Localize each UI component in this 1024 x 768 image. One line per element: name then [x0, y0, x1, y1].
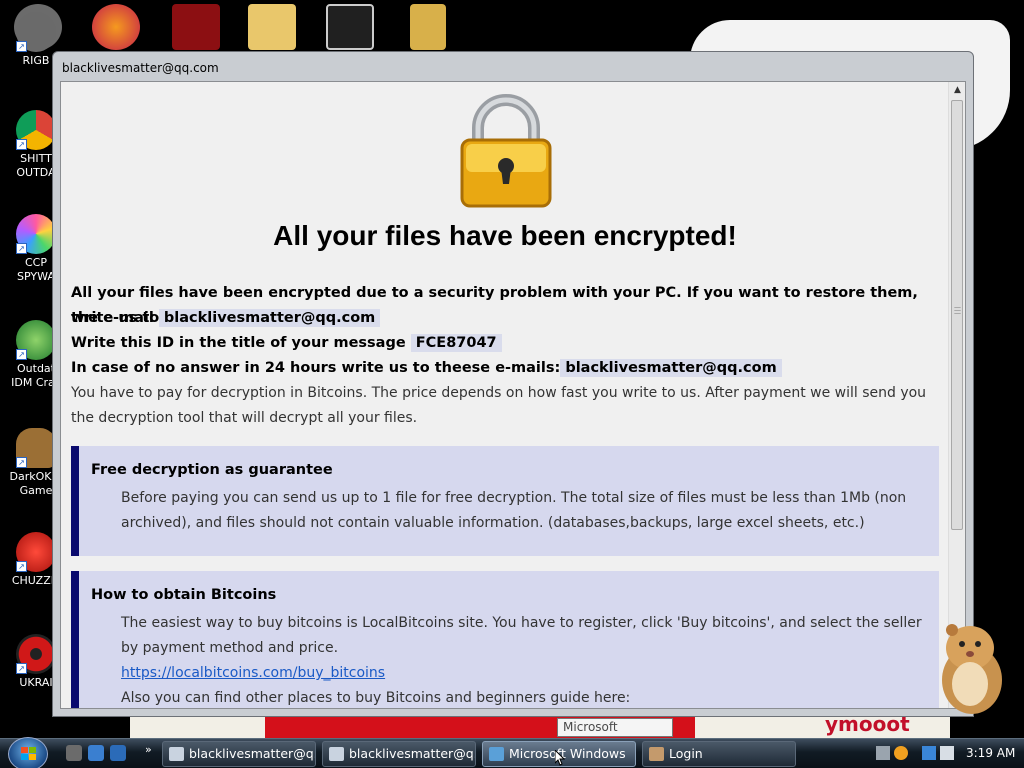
windows-logo-icon [21, 747, 36, 760]
shortcut-arrow-icon: ↗ [16, 349, 27, 360]
window-app-icon [169, 747, 184, 761]
taskbar-button[interactable]: blacklivesmatter@q... [162, 741, 316, 767]
box-text: The easiest way to buy bitcoins is Local… [121, 615, 922, 656]
backup-email-line: In case of no answer in 24 hours write u… [71, 356, 941, 381]
flash-icon[interactable] [172, 4, 220, 50]
window-app-icon [329, 747, 344, 761]
windows-app-icon [489, 747, 504, 761]
shortcut-arrow-icon: ↗ [16, 457, 27, 468]
taskbar-button-label: Login [669, 746, 703, 761]
login-app-icon [649, 747, 664, 761]
clock[interactable]: 3:19 AM [966, 746, 1015, 760]
volume-icon[interactable] [940, 746, 954, 760]
box-title: How to obtain Bitcoins [91, 587, 277, 603]
padlock-icon [460, 94, 552, 208]
localbitcoins-link[interactable]: https://localbitcoins.com/buy_bitcoins [121, 665, 385, 681]
taskbar-button[interactable]: blacklivesmatter@q... [322, 741, 476, 767]
scrollbar-grip-icon: — — — [954, 303, 961, 317]
p-logo-icon[interactable] [92, 4, 140, 50]
contact-email[interactable]: blacklivesmatter@qq.com [158, 309, 381, 327]
box-title: Free decryption as guarantee [91, 462, 333, 478]
folder-icon[interactable] [410, 4, 446, 50]
colorful-logo-icon: ↗ [16, 214, 56, 254]
backup-prefix: In case of no answer in 24 hours write u… [71, 360, 561, 376]
obtain-bitcoins-box: How to obtain Bitcoins The easiest way t… [71, 571, 939, 708]
free-decryption-box: Free decryption as guarantee Before payi… [71, 446, 939, 556]
ransom-note-window[interactable]: blacklivesmatter@qq.com All your files h… [52, 51, 974, 717]
email-prefix: the e-mail [71, 310, 154, 326]
hxd-icon[interactable] [248, 4, 296, 50]
raccoon-icon: ↗ [16, 12, 56, 52]
headline: All your files have been encrypted! [273, 220, 737, 251]
taskbar-button-label: blacklivesmatter@q... [349, 746, 476, 761]
system-tray: 3:19 AM [870, 741, 1024, 767]
window-title: blacklivesmatter@qq.com [62, 61, 219, 75]
shortcut-arrow-icon: ↗ [16, 243, 27, 254]
radiation-icon: ↗ [16, 634, 56, 674]
taskbar-button-label: blacklivesmatter@q... [189, 746, 316, 761]
mouse-cursor-icon [555, 750, 565, 766]
note-content: All your files have been encrypted! All … [61, 82, 949, 708]
chuzzle-icon: ↗ [16, 532, 56, 572]
window-client-area: All your files have been encrypted! All … [60, 81, 966, 709]
email-line: the e-mail blacklivesmatter@qq.com [71, 306, 941, 331]
tray-search-icon[interactable] [894, 746, 908, 760]
scrollbar-thumb[interactable]: — — — [951, 100, 963, 530]
payment-info: You have to pay for decryption in Bitcoi… [71, 385, 927, 426]
console-icon[interactable] [326, 4, 374, 50]
id-line: Write this ID in the title of your messa… [71, 331, 941, 356]
backup-email[interactable]: blacklivesmatter@qq.com [560, 359, 782, 377]
victim-id[interactable]: FCE87047 [410, 334, 502, 352]
box-text-more: Also you can find other places to buy Bi… [121, 690, 631, 706]
shortcut-arrow-icon: ↗ [16, 561, 27, 572]
vertical-scrollbar[interactable]: ▲ — — — [948, 82, 965, 708]
quicklaunch-tool-icon[interactable] [66, 745, 82, 761]
chrome-icon: ↗ [16, 110, 56, 150]
taskbar-button[interactable]: Login [642, 741, 796, 767]
taskbar: » blacklivesmatter@q... blacklivesmatter… [0, 737, 1024, 768]
start-button[interactable] [8, 737, 48, 768]
shortcut-arrow-icon: ↗ [16, 139, 27, 150]
quicklaunch-more-icon[interactable]: » [145, 743, 152, 756]
hamster-icon [942, 624, 1002, 714]
shortcut-arrow-icon: ↗ [16, 41, 27, 52]
taskbar-tooltip: Microsoft Windows [557, 718, 673, 751]
scroll-up-arrow-icon[interactable]: ▲ [949, 82, 965, 99]
taskbar-button-label: Microsoft Windows [509, 746, 626, 761]
shortcut-arrow-icon: ↗ [16, 663, 27, 674]
box-link-row: https://localbitcoins.com/buy_bitcoins [121, 661, 933, 686]
quicklaunch-ie-icon[interactable] [88, 745, 104, 761]
id-prefix: Write this ID in the title of your messa… [71, 335, 406, 351]
network-icon[interactable] [922, 746, 936, 760]
quicklaunch-desktop-icon[interactable] [110, 745, 126, 761]
box-text: Before paying you can send us up to 1 fi… [121, 490, 907, 531]
tray-app-icon[interactable] [876, 746, 890, 760]
money-bag-icon: ↗ [16, 428, 56, 468]
idm-icon: ↗ [16, 320, 56, 360]
